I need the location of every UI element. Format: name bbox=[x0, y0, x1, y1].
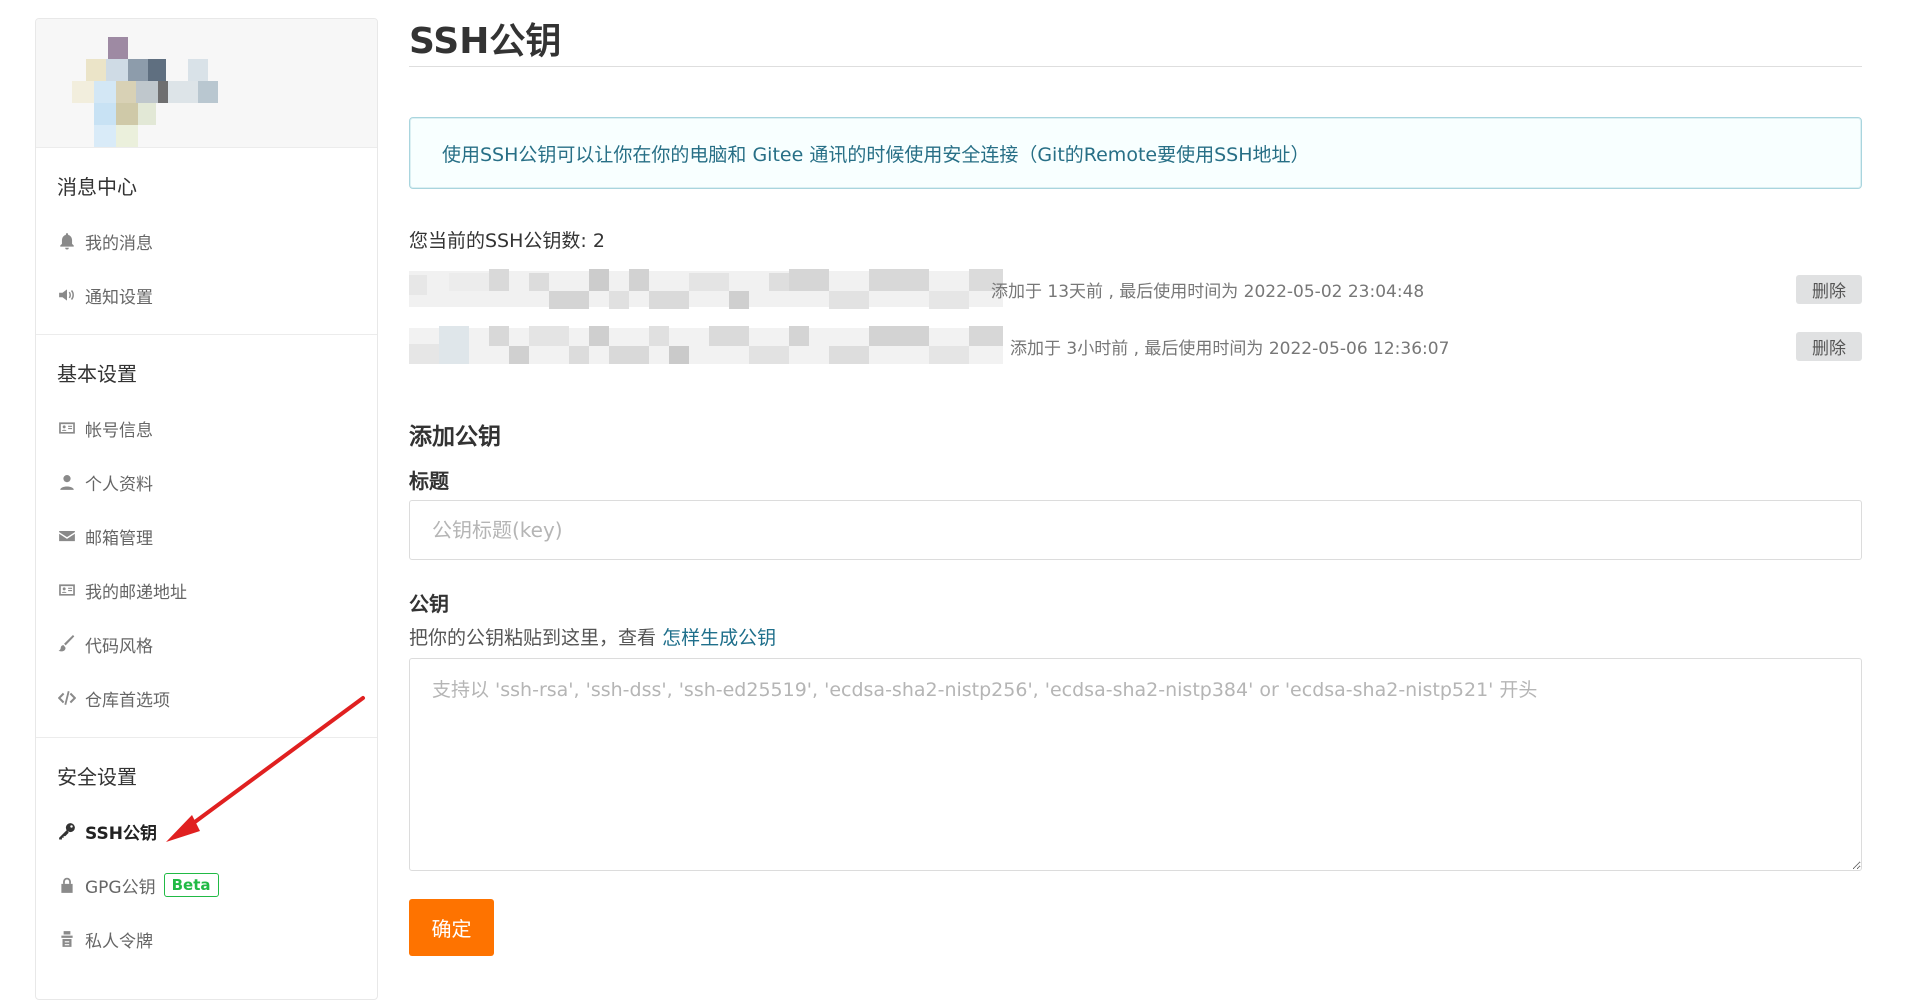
key-label: 公钥 bbox=[409, 592, 449, 616]
code-icon bbox=[57, 688, 77, 708]
sidebar-item-label: SSH公钥 bbox=[85, 823, 157, 844]
sidebar-item-label: 我的邮递地址 bbox=[85, 582, 187, 603]
section-title: 基本设置 bbox=[57, 362, 137, 386]
beta-badge: Beta bbox=[163, 873, 219, 897]
sidebar-item-label: 邮箱管理 bbox=[85, 528, 153, 549]
sidebar-item-code-style[interactable]: 代码风格 bbox=[36, 617, 377, 671]
key-hint-text: 把你的公钥粘贴到这里，查看 bbox=[409, 627, 657, 649]
envelope-icon bbox=[57, 526, 77, 546]
sidebar-section-messages: 消息中心 我的消息 通知设置 bbox=[36, 148, 377, 335]
add-key-heading: 添加公钥 bbox=[409, 424, 501, 450]
key-row: 添加于 13天前 , 最后使用时间为 2022-05-02 23:04:48 删… bbox=[409, 261, 1862, 318]
sidebar-item-label: 我的消息 bbox=[85, 233, 153, 254]
sidebar-item-label: 通知设置 bbox=[85, 287, 153, 308]
lock-icon bbox=[57, 875, 77, 895]
key-title-input[interactable] bbox=[409, 500, 1862, 560]
sidebar-item-label: 代码风格 bbox=[85, 636, 153, 657]
sidebar-item-notification-settings[interactable]: 通知设置 bbox=[36, 268, 377, 322]
key-meta: 添加于 3小时前 , 最后使用时间为 2022-05-06 12:36:07 bbox=[1010, 339, 1450, 359]
delete-key-button[interactable]: 删除 bbox=[1796, 275, 1862, 304]
sidebar-item-my-messages[interactable]: 我的消息 bbox=[36, 214, 377, 268]
paintbrush-icon bbox=[57, 634, 77, 654]
public-key-textarea[interactable] bbox=[409, 658, 1862, 871]
key-icon bbox=[57, 821, 77, 841]
section-title: 消息中心 bbox=[57, 175, 137, 199]
sidebar-item-repo-preferences[interactable]: 仓库首选项 bbox=[36, 671, 377, 725]
token-icon bbox=[57, 929, 77, 949]
sidebar-item-ssh-keys[interactable]: SSH公钥 bbox=[36, 804, 377, 858]
sidebar-item-profile[interactable]: 个人资料 bbox=[36, 455, 377, 509]
sidebar-item-label: 私人令牌 bbox=[85, 931, 153, 952]
sidebar-item-label: GPG公钥 bbox=[85, 877, 156, 898]
sidebar: 消息中心 我的消息 通知设置 基本设置 帐号信息 个人资料 邮箱管理 我的邮递地… bbox=[35, 18, 378, 1000]
avatar[interactable] bbox=[36, 19, 377, 148]
info-message: 使用SSH公钥可以让你在你的电脑和 Gitee 通讯的时候使用安全连接（Git的… bbox=[409, 117, 1862, 189]
address-card-icon bbox=[57, 580, 77, 600]
id-card-icon bbox=[57, 418, 77, 438]
key-count: 您当前的SSH公钥数: 2 bbox=[409, 230, 605, 252]
delete-key-button[interactable]: 删除 bbox=[1796, 332, 1862, 361]
key-fingerprint-blurred bbox=[409, 269, 1003, 309]
sidebar-item-account-info[interactable]: 帐号信息 bbox=[36, 401, 377, 455]
sidebar-item-private-tokens[interactable]: 私人令牌 bbox=[36, 912, 377, 966]
key-meta: 添加于 13天前 , 最后使用时间为 2022-05-02 23:04:48 bbox=[991, 282, 1425, 302]
user-icon bbox=[57, 472, 77, 492]
key-fingerprint-blurred bbox=[409, 326, 1003, 364]
sidebar-item-label: 帐号信息 bbox=[85, 420, 153, 441]
sidebar-item-label: 个人资料 bbox=[85, 474, 153, 495]
main-content: SSH公钥 使用SSH公钥可以让你在你的电脑和 Gitee 通讯的时候使用安全连… bbox=[409, 0, 1862, 956]
sidebar-item-email[interactable]: 邮箱管理 bbox=[36, 509, 377, 563]
info-text: 使用SSH公钥可以让你在你的电脑和 Gitee 通讯的时候使用安全连接（Git的… bbox=[442, 143, 1310, 166]
title-label: 标题 bbox=[409, 469, 449, 493]
bell-icon bbox=[57, 231, 77, 251]
sidebar-section-security: 安全设置 SSH公钥 GPG公钥 Beta 私人令牌 bbox=[36, 738, 377, 978]
sidebar-item-gpg-keys[interactable]: GPG公钥 Beta bbox=[36, 858, 377, 912]
section-title: 安全设置 bbox=[57, 765, 137, 789]
sidebar-section-basic: 基本设置 帐号信息 个人资料 邮箱管理 我的邮递地址 代码风格 仓库首选项 bbox=[36, 335, 377, 738]
confirm-button[interactable]: 确定 bbox=[409, 899, 494, 956]
how-to-generate-key-link[interactable]: 怎样生成公钥 bbox=[662, 627, 776, 649]
title-divider bbox=[409, 66, 1862, 67]
sidebar-item-label: 仓库首选项 bbox=[85, 690, 170, 711]
volume-icon bbox=[57, 285, 77, 305]
key-hint: 把你的公钥粘贴到这里，查看 怎样生成公钥 bbox=[409, 623, 1862, 650]
sidebar-item-mailing-address[interactable]: 我的邮递地址 bbox=[36, 563, 377, 617]
key-row: 添加于 3小时前 , 最后使用时间为 2022-05-06 12:36:07 删… bbox=[409, 318, 1862, 375]
page-title: SSH公钥 bbox=[409, 21, 562, 62]
